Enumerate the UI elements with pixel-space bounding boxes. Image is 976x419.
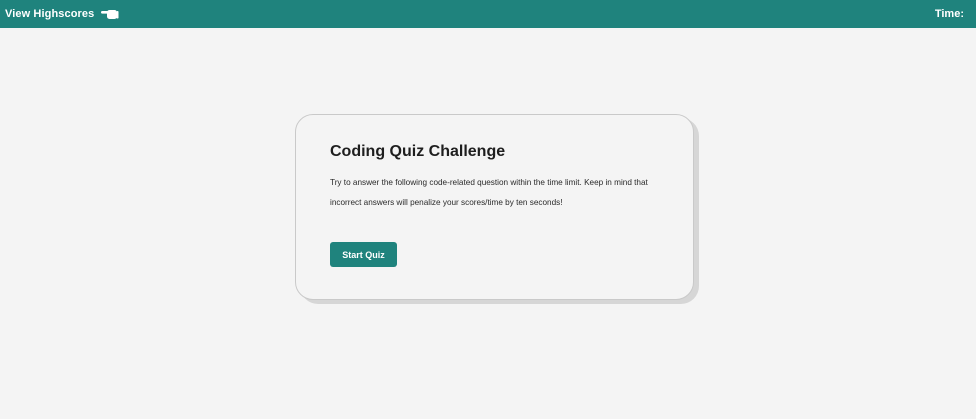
quiz-description: Try to answer the following code-related… <box>330 178 648 207</box>
view-highscores-label: View Highscores <box>5 8 95 20</box>
time-label: Time: <box>934 8 964 20</box>
timer: Time: <box>935 8 968 20</box>
view-highscores-link[interactable]: View Highscores <box>5 8 119 20</box>
top-navigation-bar: View Highscores Time: <box>0 0 976 28</box>
start-quiz-button[interactable]: Start Quiz <box>330 242 397 267</box>
pointing-hand-icon <box>101 8 119 20</box>
quiz-intro-card: Coding Quiz Challenge Try to answer the … <box>295 114 694 300</box>
quiz-title: Coding Quiz Challenge <box>330 143 506 160</box>
